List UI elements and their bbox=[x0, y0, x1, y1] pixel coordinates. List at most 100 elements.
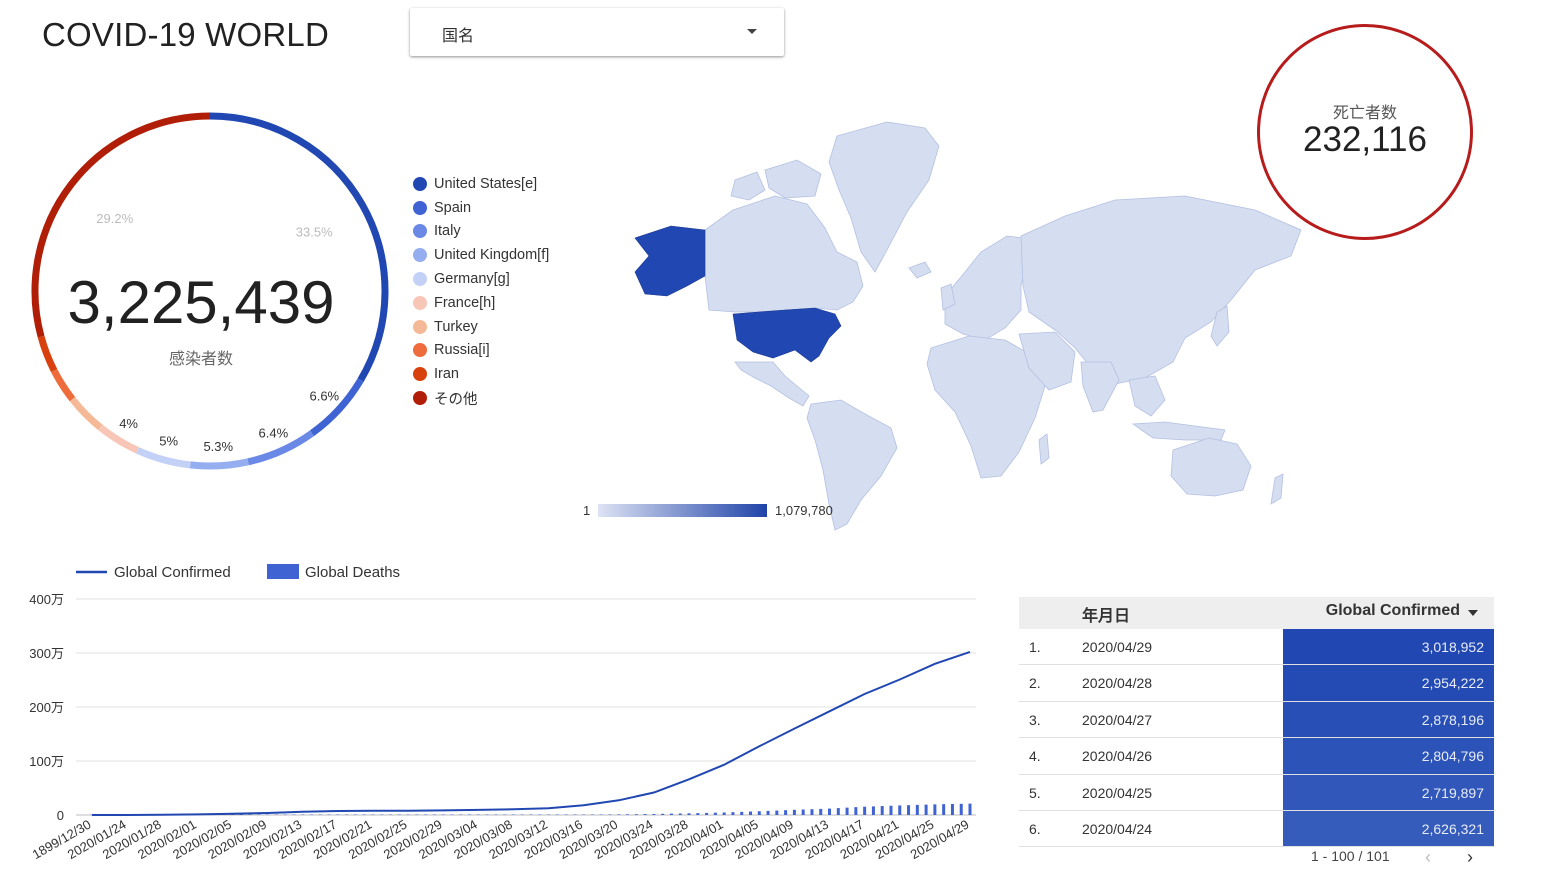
map-region[interactable] bbox=[1270, 473, 1284, 505]
deaths-bar bbox=[784, 810, 788, 815]
y-tick-label: 100万 bbox=[29, 754, 64, 769]
map-region-usa[interactable] bbox=[732, 307, 842, 363]
table-header: 年月日 Global Confirmed bbox=[1019, 597, 1494, 629]
pager-range: 1 - 100 / 101 bbox=[1311, 848, 1390, 864]
deaths-bar bbox=[529, 814, 533, 815]
map-region[interactable] bbox=[1128, 375, 1166, 417]
table-row[interactable]: 1. 2020/04/29 3,018,952 bbox=[1019, 629, 1494, 666]
deaths-bar bbox=[318, 814, 322, 815]
deaths-bar bbox=[643, 814, 647, 815]
legend-dot-icon bbox=[413, 343, 427, 358]
legend-item[interactable]: United States[e] bbox=[413, 172, 549, 196]
row-value-cell: 2,954,222 bbox=[1283, 665, 1494, 701]
row-value: 3,018,952 bbox=[1421, 639, 1484, 655]
sort-desc-icon[interactable] bbox=[1468, 610, 1478, 616]
deaths-bar bbox=[810, 809, 814, 815]
legend-dot-icon bbox=[413, 248, 427, 263]
deaths-bar bbox=[450, 814, 454, 815]
data-table: 年月日 Global Confirmed 1. 2020/04/29 3,018,9… bbox=[1019, 597, 1494, 848]
country-filter-dropdown[interactable]: 国名 bbox=[410, 8, 784, 56]
table-row[interactable]: 5. 2020/04/25 2,719,897 bbox=[1019, 774, 1494, 811]
row-date: 2020/04/27 bbox=[1082, 711, 1153, 728]
table-row[interactable]: 2. 2020/04/28 2,954,222 bbox=[1019, 665, 1494, 702]
deaths-bar bbox=[959, 803, 963, 815]
map-region[interactable] bbox=[1080, 361, 1120, 413]
deaths-bar bbox=[713, 812, 717, 815]
legend-item[interactable]: Italy bbox=[413, 220, 549, 244]
confirmed-donut-chart: 33.5% 6.6% 6.4% 5.3% 5% 4% 29.2% 3,225,439 感染者… bbox=[31, 112, 389, 470]
donut-slice[interactable] bbox=[69, 396, 103, 430]
legend-item[interactable]: France[h] bbox=[413, 291, 549, 315]
donut-total-value: 3,225,439 bbox=[68, 269, 335, 336]
legend-item[interactable]: Iran bbox=[413, 362, 549, 386]
next-page-icon[interactable]: › bbox=[1467, 847, 1473, 868]
map-region[interactable] bbox=[1038, 433, 1050, 465]
row-value-cell: 3,018,952 bbox=[1283, 629, 1494, 665]
legend-label: United Kingdom[f] bbox=[434, 247, 550, 264]
donut-slice-label: 29.2% bbox=[96, 211, 133, 226]
legend-dot-icon bbox=[413, 319, 427, 334]
deaths-bar bbox=[389, 814, 393, 815]
page-title: COVID-19 WORLD bbox=[42, 16, 330, 53]
deaths-bar bbox=[415, 814, 419, 815]
map-region[interactable] bbox=[1170, 437, 1252, 497]
row-value-cell: 2,626,321 bbox=[1283, 810, 1494, 847]
donut-slice[interactable] bbox=[136, 447, 191, 469]
deaths-bar bbox=[731, 812, 735, 815]
legend-dot-icon bbox=[413, 176, 427, 191]
legend-item[interactable]: Russia[i] bbox=[413, 339, 549, 363]
deaths-bar bbox=[406, 814, 410, 815]
prev-page-icon[interactable]: ‹ bbox=[1425, 847, 1431, 868]
map-region[interactable] bbox=[944, 235, 1028, 341]
deaths-bar bbox=[345, 814, 349, 815]
deaths-bar bbox=[468, 814, 472, 815]
legend-dot-icon bbox=[413, 224, 427, 239]
country-filter-label: 国名 bbox=[442, 28, 475, 45]
row-value: 2,878,196 bbox=[1421, 711, 1484, 728]
legend-label: Iran bbox=[434, 366, 459, 383]
map-region[interactable] bbox=[908, 261, 932, 279]
table-row[interactable]: 6. 2020/04/24 2,626,321 bbox=[1019, 810, 1494, 848]
map-region[interactable] bbox=[764, 159, 822, 199]
legend-item[interactable]: その他 bbox=[413, 386, 549, 410]
deaths-bar bbox=[740, 811, 744, 815]
timeseries-chart: Global Confirmed Global Deaths 400万 300万 2… bbox=[29, 564, 976, 862]
donut-slice[interactable] bbox=[37, 335, 58, 373]
legend-label: Germany[g] bbox=[434, 271, 510, 288]
column-header-confirmed[interactable]: Global Confirmed bbox=[1326, 602, 1460, 620]
y-tick-label: 200万 bbox=[29, 700, 64, 715]
deaths-bar bbox=[547, 814, 551, 815]
deaths-bar bbox=[678, 813, 682, 815]
map-color-scale bbox=[598, 504, 767, 517]
row-value: 2,954,222 bbox=[1421, 675, 1484, 692]
donut-slice[interactable] bbox=[209, 112, 389, 382]
map-region[interactable] bbox=[828, 121, 940, 273]
deaths-bar bbox=[757, 811, 761, 815]
legend-item[interactable]: United Kingdom[f] bbox=[413, 243, 549, 267]
donut-slice-label: 5% bbox=[159, 433, 178, 448]
table-row[interactable]: 3. 2020/04/27 2,878,196 bbox=[1019, 701, 1494, 739]
row-date: 2020/04/29 bbox=[1082, 639, 1153, 655]
row-value-cell: 2,804,796 bbox=[1283, 738, 1494, 774]
map-region[interactable] bbox=[734, 361, 810, 407]
deaths-bar bbox=[564, 814, 568, 815]
deaths-bar bbox=[696, 813, 700, 815]
donut-slice[interactable] bbox=[189, 458, 249, 470]
table-row[interactable]: 4. 2020/04/26 2,804,796 bbox=[1019, 738, 1494, 775]
map-region[interactable] bbox=[730, 171, 766, 201]
legend-item[interactable]: Germany[g] bbox=[413, 267, 549, 291]
deaths-bar bbox=[775, 810, 779, 815]
legend-item[interactable]: Turkey bbox=[413, 315, 549, 339]
deaths-bar bbox=[617, 814, 621, 815]
map-region[interactable] bbox=[1131, 421, 1226, 441]
map-region-alaska[interactable] bbox=[634, 225, 706, 297]
map-region[interactable] bbox=[704, 195, 864, 313]
deaths-bar bbox=[476, 814, 480, 815]
world-map[interactable] bbox=[625, 100, 1315, 540]
deaths-bar bbox=[380, 814, 384, 815]
donut-slice[interactable] bbox=[50, 368, 76, 402]
column-header-date[interactable]: 年月日 bbox=[1082, 602, 1130, 626]
deaths-bar bbox=[907, 805, 911, 815]
deaths-bar bbox=[266, 814, 270, 815]
legend-item[interactable]: Spain bbox=[413, 196, 549, 220]
